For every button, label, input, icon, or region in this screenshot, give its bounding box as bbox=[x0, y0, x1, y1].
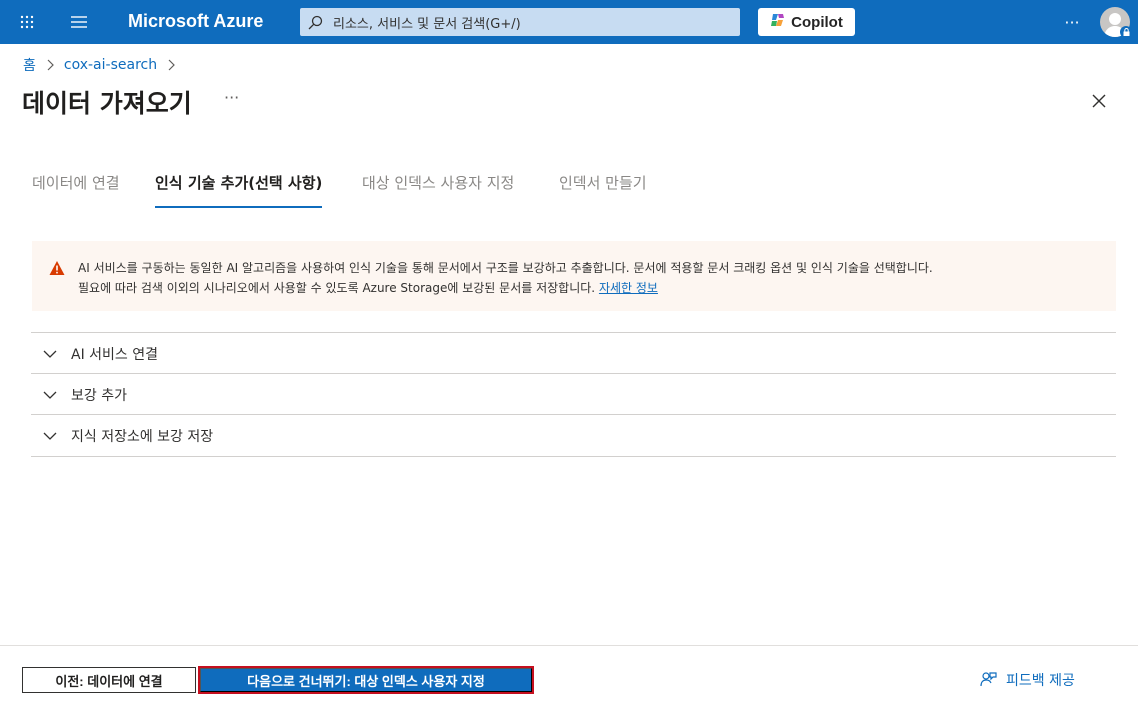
breadcrumb: 홈 cox-ai-search bbox=[23, 55, 185, 75]
copilot-icon bbox=[770, 12, 786, 32]
global-search-input[interactable]: 리소스, 서비스 및 문서 검색(G+/) bbox=[300, 8, 740, 36]
copilot-button[interactable]: Copilot bbox=[758, 8, 855, 36]
chevron-down-icon bbox=[43, 428, 59, 444]
warning-text-line2: 필요에 따라 검색 이외의 시나리오에서 사용할 수 있도록 Azure Sto… bbox=[78, 281, 658, 295]
section-ai-service-connect[interactable]: AI 서비스 연결 bbox=[31, 332, 1116, 374]
next-button[interactable]: 다음으로 건너뛰기: 대상 인덱스 사용자 지정 bbox=[198, 666, 534, 694]
tab-cognitive-skills[interactable]: 인식 기술 추가(선택 사항) bbox=[155, 172, 323, 208]
lock-icon bbox=[1120, 26, 1132, 38]
section-add-enrichments[interactable]: 보강 추가 bbox=[31, 373, 1116, 415]
breadcrumb-resource[interactable]: cox-ai-search bbox=[64, 57, 157, 73]
copilot-label: Copilot bbox=[791, 13, 843, 31]
chevron-down-icon bbox=[43, 387, 59, 403]
tab-customize-index[interactable]: 대상 인덱스 사용자 지정 bbox=[362, 172, 514, 208]
learn-more-link[interactable]: 자세한 정보 bbox=[599, 281, 658, 295]
chevron-right-icon bbox=[46, 59, 54, 71]
section-label: AI 서비스 연결 bbox=[71, 346, 159, 363]
page-title: 데이터 가져오기 bbox=[22, 89, 192, 118]
warning-text-line1: AI 서비스를 구동하는 동일한 AI 알고리즘을 사용하여 인식 기술을 통해… bbox=[78, 261, 933, 275]
search-icon bbox=[308, 14, 324, 30]
tab-create-indexer[interactable]: 인덱서 만들기 bbox=[559, 172, 647, 208]
feedback-icon bbox=[980, 670, 997, 691]
brand-logo-text[interactable]: Microsoft Azure bbox=[128, 11, 263, 32]
app-launcher-icon[interactable] bbox=[8, 0, 46, 44]
feedback-link[interactable]: 피드백 제공 bbox=[980, 670, 1075, 690]
title-more-options-icon[interactable]: ··· bbox=[224, 88, 239, 107]
feedback-label: 피드백 제공 bbox=[1006, 673, 1075, 689]
section-label: 지식 저장소에 보강 저장 bbox=[71, 428, 214, 445]
warning-icon bbox=[49, 260, 65, 276]
close-icon[interactable] bbox=[1088, 90, 1110, 112]
warning-banner: AI 서비스를 구동하는 동일한 AI 알고리즘을 사용하여 인식 기술을 통해… bbox=[32, 241, 1116, 311]
search-placeholder: 리소스, 서비스 및 문서 검색(G+/) bbox=[333, 16, 521, 32]
top-bar: Microsoft Azure 리소스, 서비스 및 문서 검색(G+/) Co… bbox=[0, 0, 1138, 44]
previous-button[interactable]: 이전: 데이터에 연결 bbox=[22, 667, 196, 693]
footer-divider bbox=[0, 645, 1138, 646]
breadcrumb-home[interactable]: 홈 bbox=[23, 55, 36, 75]
more-options-icon[interactable]: ··· bbox=[1056, 0, 1088, 44]
section-knowledge-store[interactable]: 지식 저장소에 보강 저장 bbox=[31, 414, 1116, 456]
chevron-right-icon bbox=[167, 59, 175, 71]
section-label: 보강 추가 bbox=[71, 387, 127, 404]
chevron-down-icon bbox=[43, 346, 59, 362]
tab-connect-data[interactable]: 데이터에 연결 bbox=[32, 172, 120, 208]
portal-menu-icon[interactable] bbox=[60, 0, 98, 44]
divider bbox=[31, 456, 1116, 457]
